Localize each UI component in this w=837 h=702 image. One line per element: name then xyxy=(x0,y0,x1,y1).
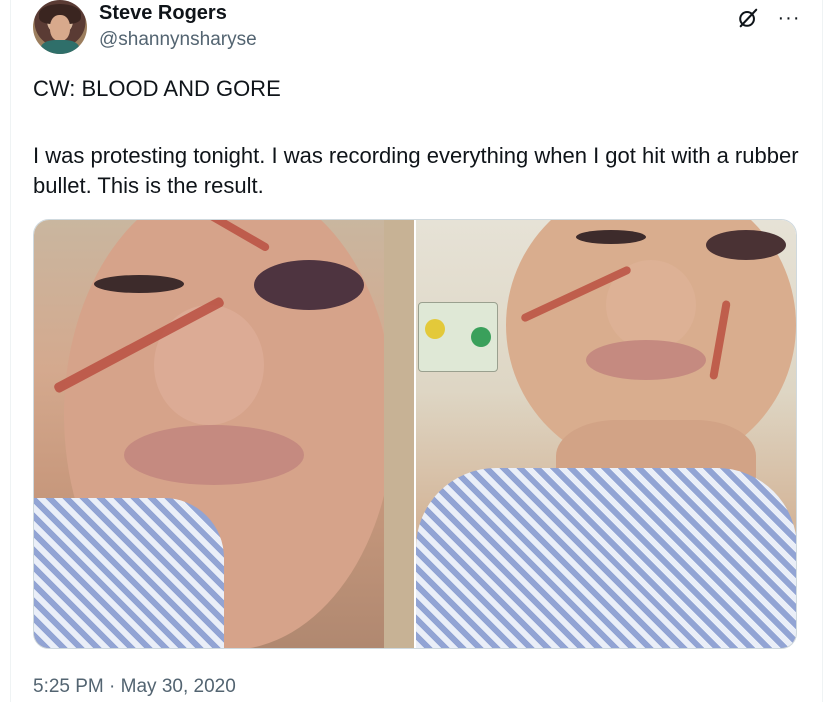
avatar-shirt xyxy=(41,40,79,54)
lips xyxy=(124,425,304,485)
media-gallery xyxy=(33,219,797,649)
tweet-card[interactable]: Steve Rogers @shannynsharyse ··· CW: BLO… xyxy=(10,0,823,702)
more-options-icon[interactable]: ··· xyxy=(773,4,805,32)
wall xyxy=(384,220,414,648)
tweet-body-text: I was protesting tonight. I was recordin… xyxy=(33,143,799,198)
wall-panel xyxy=(418,302,498,372)
lips xyxy=(586,340,706,380)
photo-2[interactable] xyxy=(416,220,796,648)
hospital-gown xyxy=(416,468,796,648)
photo-1[interactable] xyxy=(34,220,414,648)
eye-right-bruised xyxy=(254,260,364,310)
grok-icon[interactable] xyxy=(732,4,764,32)
eye-left xyxy=(576,230,646,244)
author-handle[interactable]: @shannynsharyse xyxy=(99,29,257,51)
author-name[interactable]: Steve Rogers xyxy=(99,2,227,25)
avatar-face xyxy=(50,15,70,41)
tweet-timestamp[interactable]: 5:25 PM · May 30, 2020 xyxy=(33,676,236,698)
hospital-gown xyxy=(34,498,224,648)
avatar[interactable] xyxy=(33,0,87,54)
eye-left xyxy=(94,275,184,293)
content-warning-text: CW: BLOOD AND GORE xyxy=(33,76,281,101)
eye-right xyxy=(706,230,786,260)
